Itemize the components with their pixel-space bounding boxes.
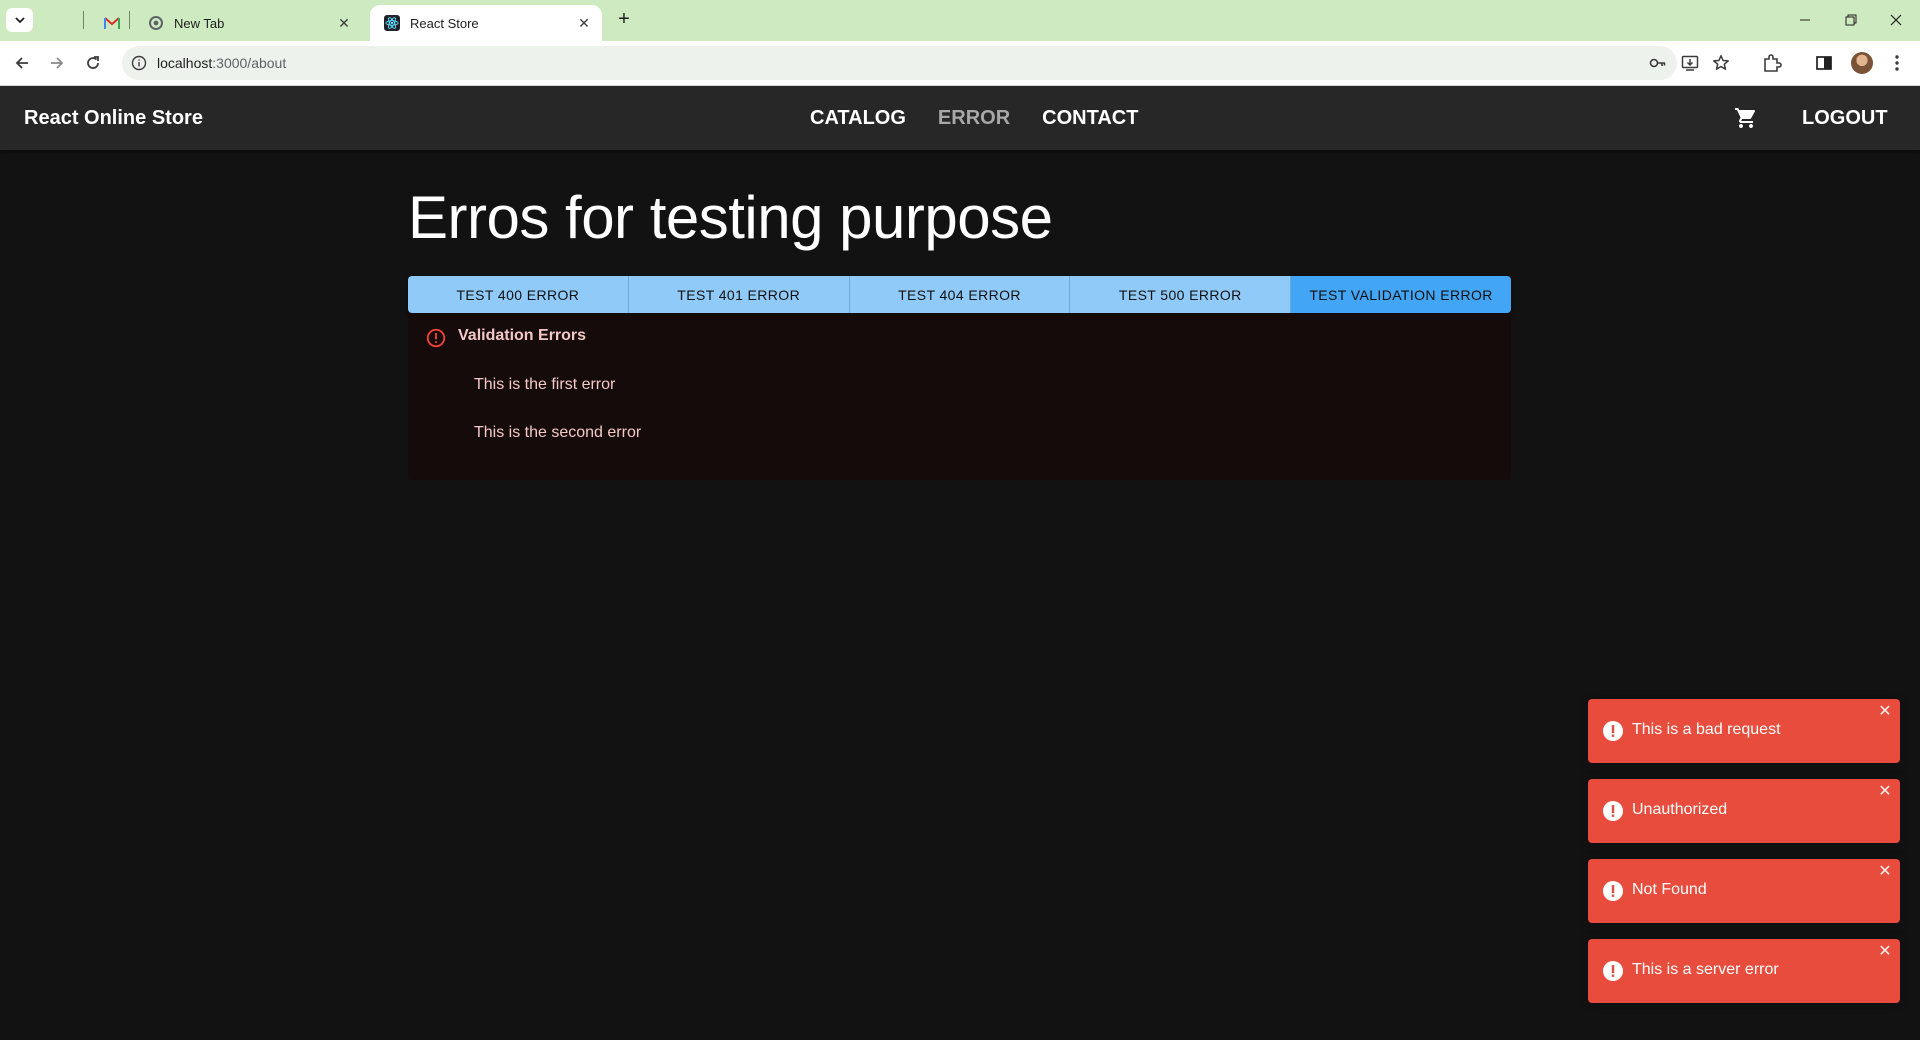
address-bar[interactable]: localhost:3000/about	[122, 46, 1729, 80]
close-window-button[interactable]	[1876, 8, 1916, 32]
back-button[interactable]	[8, 49, 36, 77]
tab-separator	[129, 11, 130, 29]
close-tab-icon[interactable]: ✕	[576, 15, 592, 31]
tab-search-button[interactable]	[6, 8, 33, 32]
toast-message: Not Found	[1632, 881, 1707, 898]
toast-server-error[interactable]: This is a server error ✕	[1588, 939, 1900, 1003]
tab-gmail[interactable]	[90, 5, 132, 41]
close-icon	[1890, 14, 1902, 26]
nav-error[interactable]: ERROR	[938, 107, 1010, 130]
restore-button[interactable]	[1831, 8, 1871, 32]
side-panel-icon[interactable]	[1814, 53, 1834, 73]
close-icon[interactable]: ✕	[1878, 864, 1892, 880]
arrow-left-icon	[15, 57, 28, 69]
brand-title[interactable]: React Online Store	[24, 107, 203, 130]
reload-button[interactable]	[79, 49, 107, 77]
close-icon[interactable]: ✕	[1878, 944, 1892, 960]
page-title: Erros for testing purpose	[408, 184, 1053, 251]
forward-button[interactable]	[43, 49, 71, 77]
minimize-button[interactable]	[1785, 8, 1825, 32]
browser-toolbar: localhost:3000/about	[0, 41, 1920, 86]
close-tab-icon[interactable]: ✕	[336, 15, 352, 31]
tab-title: New Tab	[174, 15, 225, 31]
more-menu-icon[interactable]	[1887, 53, 1907, 73]
tab-title: React Store	[410, 15, 479, 31]
toast-not-found[interactable]: Not Found ✕	[1588, 859, 1900, 923]
validation-alert: Validation Errors This is the first erro…	[408, 313, 1511, 480]
url-host: localhost	[157, 55, 213, 71]
browser-tabstrip: New Tab ✕ React Store ✕ +	[0, 0, 1920, 41]
restore-icon	[1845, 14, 1857, 26]
alert-title: Validation Errors	[458, 327, 587, 344]
arrow-right-icon	[51, 57, 64, 69]
profile-avatar[interactable]	[1851, 52, 1873, 74]
error-button-group: TEST 400 ERROR TEST 401 ERROR TEST 404 E…	[408, 276, 1511, 313]
reload-icon	[87, 56, 99, 69]
new-tab-button[interactable]: +	[611, 8, 637, 32]
test-validation-button[interactable]: TEST VALIDATION ERROR	[1291, 276, 1511, 313]
nav-contact[interactable]: CONTACT	[1042, 107, 1138, 130]
tab-react-store[interactable]: React Store ✕	[370, 5, 602, 41]
error-icon	[1603, 721, 1623, 741]
chrome-icon	[148, 15, 164, 31]
toast-message: Unauthorized	[1632, 801, 1728, 818]
nav-catalog[interactable]: CATALOG	[810, 107, 906, 130]
error-outline-icon	[426, 328, 446, 348]
info-icon[interactable]	[131, 55, 147, 71]
test-400-button[interactable]: TEST 400 ERROR	[408, 276, 629, 313]
gmail-icon	[104, 15, 120, 31]
toast-message: This is a bad request	[1632, 721, 1781, 738]
logout-button[interactable]: LOGOUT	[1802, 107, 1888, 130]
toast-message: This is a server error	[1632, 961, 1779, 978]
close-icon[interactable]: ✕	[1878, 784, 1892, 800]
test-401-button[interactable]: TEST 401 ERROR	[628, 276, 850, 313]
react-icon	[384, 15, 400, 31]
list-item: This is the second error	[474, 424, 642, 441]
error-icon	[1603, 801, 1623, 821]
error-icon	[1603, 881, 1623, 901]
extensions-icon[interactable]	[1762, 53, 1782, 73]
app-bar: React Online Store CATALOG ERROR CONTACT…	[0, 86, 1920, 150]
list-item: This is the first error	[474, 376, 616, 393]
minimize-icon	[1800, 19, 1810, 21]
password-key-icon[interactable]	[1649, 54, 1667, 72]
cart-icon[interactable]	[1734, 106, 1758, 130]
main-nav: CATALOG ERROR CONTACT	[810, 107, 1138, 130]
error-icon	[1603, 961, 1623, 981]
tab-separator	[83, 11, 84, 29]
bookmark-star-icon[interactable]	[1712, 54, 1730, 72]
toast-bad-request[interactable]: This is a bad request ✕	[1588, 699, 1900, 763]
tab-new-tab[interactable]: New Tab ✕	[134, 5, 362, 41]
close-icon[interactable]: ✕	[1878, 704, 1892, 720]
install-app-icon[interactable]	[1681, 54, 1699, 72]
test-404-button[interactable]: TEST 404 ERROR	[849, 276, 1071, 313]
test-500-button[interactable]: TEST 500 ERROR	[1070, 276, 1292, 313]
url-text[interactable]: localhost:3000/about	[157, 55, 286, 71]
url-path: :3000/about	[212, 55, 287, 71]
toast-unauthorized[interactable]: Unauthorized ✕	[1588, 779, 1900, 843]
chevron-down-icon	[14, 17, 25, 24]
